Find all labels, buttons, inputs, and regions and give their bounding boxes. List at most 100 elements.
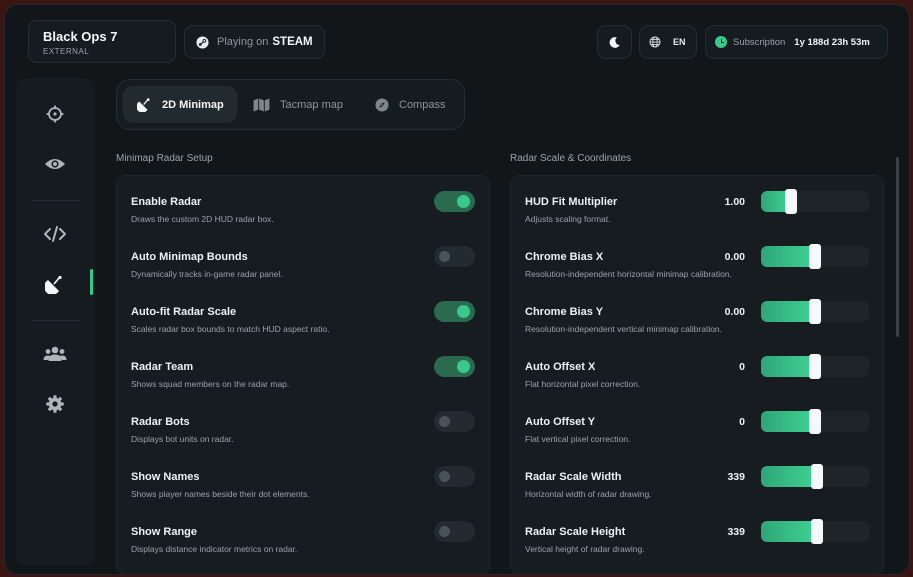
setting-description: Horizontal width of radar drawing. — [525, 489, 652, 499]
map-icon — [253, 97, 270, 112]
chrome-bias-y-slider[interactable] — [761, 299, 869, 324]
setting-row-chrome-bias-y: Chrome Bias Y Resolution-independent vert… — [511, 286, 883, 341]
eye-icon — [44, 156, 66, 172]
app-name: Black Ops 7 — [43, 29, 118, 44]
setting-row-chrome-bias-x: Chrome Bias X Resolution-independent hori… — [511, 231, 883, 286]
setting-description: Resolution-independent horizontal minima… — [525, 269, 732, 279]
platform-name: STEAM — [272, 36, 313, 48]
setting-description: Displays bot units on radar. — [131, 434, 234, 444]
chrome-bias-x-slider[interactable] — [761, 244, 869, 269]
auto-offset-x-slider[interactable] — [761, 354, 869, 379]
radar-bots-toggle[interactable] — [434, 411, 475, 432]
slider-handle[interactable] — [811, 464, 824, 489]
setting-title: Show Names — [131, 471, 200, 483]
steam-icon — [196, 35, 209, 49]
setting-description: Draws the custom 2D HUD radar box. — [131, 214, 274, 224]
moon-icon — [608, 36, 621, 49]
setting-title: Radar Bots — [131, 416, 190, 428]
setting-title: Radar Scale Width — [525, 471, 622, 483]
auto-fit-radar-scale-toggle[interactable] — [434, 301, 475, 322]
app-mode: EXTERNAL — [43, 47, 90, 56]
slider-fill — [761, 466, 818, 487]
sidebar-item-players[interactable] — [42, 341, 68, 367]
setting-description: Flat horizontal pixel correction. — [525, 379, 641, 389]
setting-title: Auto Offset Y — [525, 416, 596, 428]
setting-row-show-range: Show Range Displays distance indicator me… — [117, 506, 489, 561]
setting-title: HUD Fit Multiplier — [525, 196, 618, 208]
setting-description: Vertical height of radar drawing. — [525, 544, 645, 554]
setting-value: 339 — [727, 471, 745, 483]
slider-handle[interactable] — [809, 244, 821, 269]
sidebar-item-settings[interactable] — [42, 391, 68, 417]
sidebar-item-radar[interactable] — [42, 271, 68, 297]
radar-scale-width-slider[interactable] — [761, 464, 869, 489]
slider-handle[interactable] — [785, 189, 798, 214]
auto-offset-y-slider[interactable] — [761, 409, 869, 434]
language-selector[interactable]: EN — [639, 25, 697, 59]
slider-fill — [761, 301, 815, 322]
slider-handle[interactable] — [809, 409, 821, 434]
sidebar-divider — [31, 200, 81, 201]
sidebar-item-scripts[interactable] — [42, 221, 68, 247]
setting-value: 0 — [739, 361, 745, 373]
setting-row-show-names: Show Names Shows player names beside thei… — [117, 451, 489, 506]
tab-bar: 2D Minimap Tacmap map Compass — [116, 79, 465, 130]
tab-2d-minimap[interactable]: 2D Minimap — [123, 86, 237, 123]
code-icon — [43, 225, 67, 243]
radar-team-toggle[interactable] — [434, 356, 475, 377]
platform-indicator[interactable]: Playing on STEAM — [184, 25, 325, 59]
hud-fit-multiplier-slider[interactable] — [761, 189, 869, 214]
theme-toggle-button[interactable] — [597, 25, 632, 59]
setting-title: Chrome Bias Y — [525, 306, 604, 318]
setting-value: 339 — [727, 526, 745, 538]
show-range-toggle[interactable] — [434, 521, 475, 542]
setting-row-auto-fit-radar-scale: Auto-fit Radar Scale Scales radar box bou… — [117, 286, 489, 341]
section-title-minimap-setup: Minimap Radar Setup — [116, 153, 213, 164]
slider-handle[interactable] — [809, 354, 821, 379]
language-code: EN — [673, 37, 686, 47]
setting-title: Show Range — [131, 526, 198, 538]
toggle-knob — [439, 416, 450, 427]
setting-row-auto-offset-y: Auto Offset Y Flat vertical pixel correct… — [511, 396, 883, 451]
setting-description: Displays distance indicator metrics on r… — [131, 544, 298, 554]
radar-icon — [137, 97, 152, 112]
sidebar-item-visuals[interactable] — [42, 151, 68, 177]
app-window: Black Ops 7 EXTERNAL Playing on STEAM EN… — [4, 4, 910, 575]
slider-handle[interactable] — [811, 519, 824, 544]
setting-title: Auto Minimap Bounds — [131, 251, 248, 263]
tab-label: 2D Minimap — [162, 98, 224, 111]
crosshair-icon — [45, 104, 65, 124]
setting-value: 1.00 — [724, 196, 745, 208]
users-icon — [43, 345, 67, 363]
tab-compass[interactable]: Compass — [361, 86, 461, 123]
setting-row-radar-scale-width: Radar Scale Width Horizontal width of rad… — [511, 451, 883, 506]
enable-radar-toggle[interactable] — [434, 191, 475, 212]
setting-row-auto-offset-x: Auto Offset X Flat horizontal pixel corre… — [511, 341, 883, 396]
sidebar-divider — [31, 320, 81, 321]
radar-scale-panel: HUD Fit Multiplier Adjusts scaling format… — [510, 175, 884, 574]
setting-description: Shows player names beside their dot elem… — [131, 489, 310, 499]
radar-scale-height-slider[interactable] — [761, 519, 869, 544]
setting-description: Shows squad members on the radar map. — [131, 379, 290, 389]
sidebar-item-aim[interactable] — [42, 101, 68, 127]
slider-fill — [761, 356, 815, 377]
show-names-toggle[interactable] — [434, 466, 475, 487]
app-title-box[interactable]: Black Ops 7 EXTERNAL — [28, 20, 176, 63]
toggle-knob — [457, 305, 470, 318]
toggle-knob — [439, 471, 450, 482]
setting-row-auto-minimap-bounds: Auto Minimap Bounds Dynamically tracks in… — [117, 231, 489, 286]
sidebar-active-indicator — [90, 269, 93, 295]
minimap-setup-panel: Enable Radar Draws the custom 2D HUD rada… — [116, 175, 490, 574]
clock-icon — [715, 36, 727, 48]
slider-handle[interactable] — [809, 299, 821, 324]
setting-row-radar-scale-height: Radar Scale Height Vertical height of rad… — [511, 506, 883, 561]
setting-title: Radar Team — [131, 361, 194, 373]
auto-minimap-bounds-toggle[interactable] — [434, 246, 475, 267]
setting-title: Enable Radar — [131, 196, 202, 208]
section-title-radar-scale: Radar Scale & Coordinates — [510, 153, 632, 164]
toggle-knob — [457, 360, 470, 373]
setting-title: Chrome Bias X — [525, 251, 604, 263]
tab-tacmap-map[interactable]: Tacmap map — [239, 86, 349, 123]
slider-fill — [761, 246, 815, 267]
scrollbar[interactable] — [896, 157, 899, 337]
